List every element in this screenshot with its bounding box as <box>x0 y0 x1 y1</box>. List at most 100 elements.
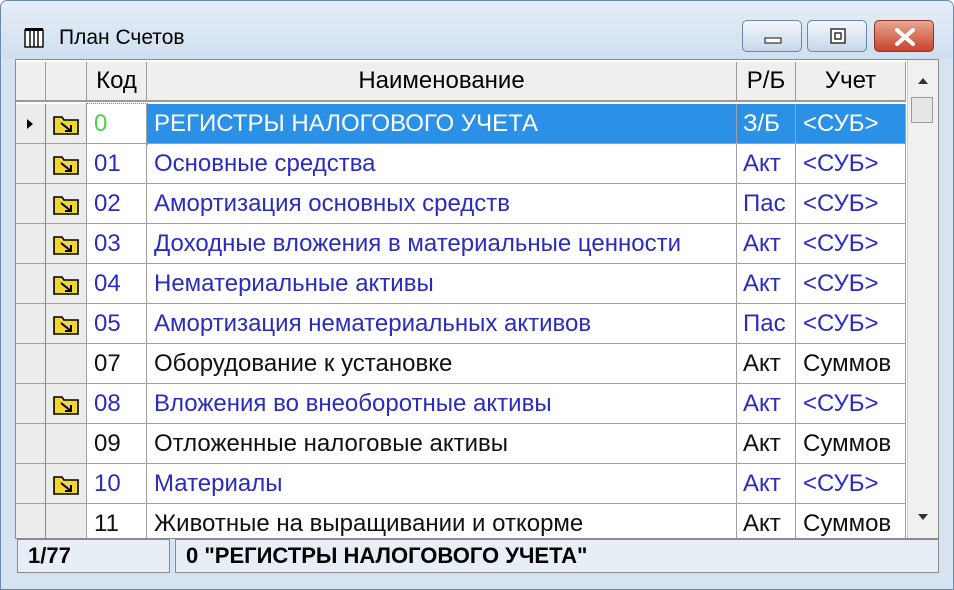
account-code-cell[interactable]: 04 <box>87 264 147 304</box>
record-position: 1/77 <box>17 539 170 573</box>
account-code-cell[interactable]: 09 <box>87 424 147 464</box>
row-indicator[interactable] <box>16 384 46 424</box>
account-type-cell[interactable]: Акт <box>737 144 796 184</box>
account-name-cell[interactable]: Материалы <box>147 464 737 504</box>
account-type-cell[interactable]: Акт <box>737 224 796 264</box>
table-row[interactable]: 09 Отложенные налоговые активы Акт Суммов <box>16 424 906 464</box>
scroll-down-icon[interactable] <box>908 502 938 532</box>
row-indicator[interactable] <box>16 464 46 504</box>
account-name-cell[interactable]: Животные на выращивании и откорме <box>147 504 737 538</box>
accounts-grid[interactable]: Код Наименование Р/Б Учет 0 РЕГИСТРЫ НАЛО… <box>15 59 939 539</box>
accounting-mode-cell[interactable]: <СУБ> <box>796 104 906 144</box>
column-header-name[interactable]: Наименование <box>147 62 737 102</box>
account-name-cell[interactable]: Амортизация нематериальных активов <box>147 304 737 344</box>
account-type-cell[interactable]: Акт <box>737 464 796 504</box>
account-code-cell[interactable]: 10 <box>87 464 147 504</box>
account-type-cell[interactable]: Акт <box>737 384 796 424</box>
account-type-cell[interactable]: Акт <box>737 424 796 464</box>
close-icon <box>895 28 915 46</box>
row-indicator[interactable] <box>16 224 46 264</box>
account-code-cell[interactable]: 03 <box>87 224 147 264</box>
folder-cell[interactable] <box>46 504 87 538</box>
column-header-uchet[interactable]: Учет <box>796 62 906 102</box>
account-name-cell[interactable]: Отложенные налоговые активы <box>147 424 737 464</box>
folder-cell[interactable] <box>46 264 87 304</box>
close-button[interactable] <box>874 20 934 52</box>
row-indicator[interactable] <box>16 504 46 538</box>
account-type-cell[interactable]: Акт <box>737 344 796 384</box>
folder-cell[interactable] <box>46 384 87 424</box>
accounting-mode-cell[interactable]: <СУБ> <box>796 224 906 264</box>
accounting-mode-cell[interactable]: <СУБ> <box>796 264 906 304</box>
folder-cell[interactable] <box>46 184 87 224</box>
accounting-mode-cell[interactable]: <СУБ> <box>796 464 906 504</box>
account-name-cell[interactable]: Нематериальные активы <box>147 264 737 304</box>
accounting-mode-cell[interactable]: <СУБ> <box>796 384 906 424</box>
table-row[interactable]: 04 Нематериальные активы Акт <СУБ> <box>16 264 906 304</box>
table-row[interactable]: 08 Вложения во внеоборотные активы Акт <СУБ… <box>16 384 906 424</box>
column-header-code[interactable]: Код <box>87 62 147 102</box>
table-row[interactable]: 10 Материалы Акт <СУБ> <box>16 464 906 504</box>
vertical-scrollbar[interactable] <box>907 60 938 538</box>
accounting-mode-cell[interactable]: <СУБ> <box>796 304 906 344</box>
scroll-up-icon[interactable] <box>908 66 938 96</box>
row-indicator[interactable] <box>16 184 46 224</box>
table-row[interactable]: 0 РЕГИСТРЫ НАЛОГОВОГО УЧЕТА З/Б <СУБ> <box>16 103 906 145</box>
account-code-cell[interactable]: 02 <box>87 184 147 224</box>
folder-cell[interactable] <box>46 304 87 344</box>
row-indicator[interactable] <box>16 344 46 384</box>
folder-cell[interactable] <box>46 424 87 464</box>
account-code-cell[interactable]: 07 <box>87 344 147 384</box>
folder-icon <box>53 275 79 295</box>
column-header-rb[interactable]: Р/Б <box>737 62 796 102</box>
row-indicator[interactable] <box>16 104 46 144</box>
table-row[interactable]: 07 Оборудование к установке Акт Суммов <box>16 344 906 384</box>
accounting-mode-cell[interactable]: Суммов <box>796 504 906 538</box>
current-account-label: 0 "РЕГИСТРЫ НАЛОГОВОГО УЧЕТА" <box>175 539 939 573</box>
scroll-thumb[interactable] <box>911 97 933 123</box>
minimize-icon <box>764 37 782 44</box>
folder-cell[interactable] <box>46 144 87 184</box>
accounting-mode-cell[interactable]: <СУБ> <box>796 144 906 184</box>
title-bar[interactable]: План Счетов <box>1 1 953 59</box>
folder-cell[interactable] <box>46 104 87 144</box>
account-name-cell[interactable]: Основные средства <box>147 144 737 184</box>
account-type-cell[interactable]: З/Б <box>737 104 796 144</box>
account-name-cell[interactable]: РЕГИСТРЫ НАЛОГОВОГО УЧЕТА <box>147 104 737 144</box>
row-indicator[interactable] <box>16 424 46 464</box>
account-code-cell[interactable]: 08 <box>87 384 147 424</box>
account-name-cell[interactable]: Оборудование к установке <box>147 344 737 384</box>
account-code-cell[interactable]: 11 <box>87 504 147 538</box>
status-bar: 1/77 0 "РЕГИСТРЫ НАЛОГОВОГО УЧЕТА" <box>15 539 939 575</box>
folder-cell[interactable] <box>46 464 87 504</box>
folder-cell[interactable] <box>46 344 87 384</box>
table-row[interactable]: 02 Амортизация основных средств Пас <СУБ> <box>16 184 906 224</box>
minimize-button[interactable] <box>742 20 802 52</box>
table-row[interactable]: 11 Животные на выращивании и откорме Акт Су… <box>16 504 906 538</box>
account-name-cell[interactable]: Доходные вложения в материальные ценност… <box>147 224 737 264</box>
account-type-cell[interactable]: Пас <box>737 304 796 344</box>
window-title: План Счетов <box>59 26 185 49</box>
accounting-mode-cell[interactable]: Суммов <box>796 344 906 384</box>
folder-icon <box>53 235 79 255</box>
row-indicator[interactable] <box>16 264 46 304</box>
account-code-cell[interactable]: 0 <box>86 103 148 145</box>
account-code-cell[interactable]: 05 <box>87 304 147 344</box>
table-row[interactable]: 05 Амортизация нематериальных активов Пас <… <box>16 304 906 344</box>
row-indicator[interactable] <box>16 144 46 184</box>
account-type-cell[interactable]: Акт <box>737 504 796 538</box>
accounting-mode-cell[interactable]: Суммов <box>796 424 906 464</box>
account-type-cell[interactable]: Акт <box>737 264 796 304</box>
maximize-button[interactable] <box>807 20 867 52</box>
row-indicator[interactable] <box>16 304 46 344</box>
current-row-arrow-icon <box>27 118 33 129</box>
account-code-cell[interactable]: 01 <box>87 144 147 184</box>
folder-cell[interactable] <box>46 224 87 264</box>
table-row[interactable]: 03 Доходные вложения в материальные ценно… <box>16 224 906 264</box>
table-row[interactable]: 01 Основные средства Акт <СУБ> <box>16 144 906 184</box>
account-type-cell[interactable]: Пас <box>737 184 796 224</box>
account-name-cell[interactable]: Амортизация основных средств <box>147 184 737 224</box>
accounting-mode-cell[interactable]: <СУБ> <box>796 184 906 224</box>
account-name-cell[interactable]: Вложения во внеоборотные активы <box>147 384 737 424</box>
folder-column-header <box>46 62 87 102</box>
